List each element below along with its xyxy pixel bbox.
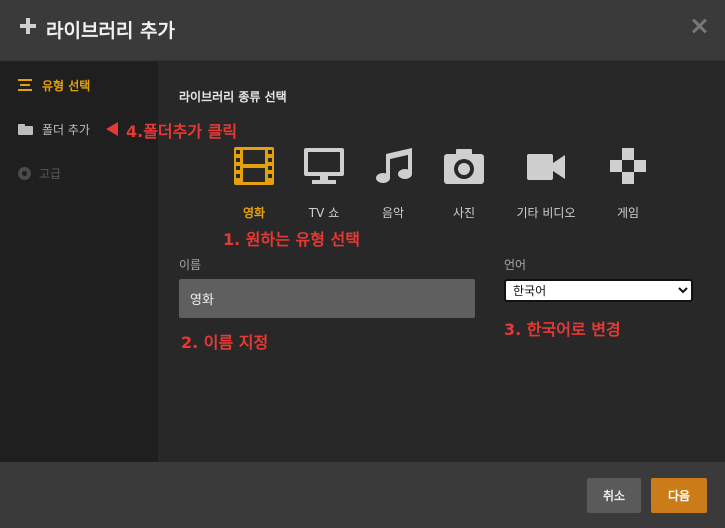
film-icon [234, 147, 274, 185]
plus-icon [18, 16, 38, 36]
type-label: 음악 [381, 206, 405, 220]
annotation-step3: 3. 한국어로 변경 [504, 320, 621, 339]
annotation-step4: 4.폴더추가 클릭 [126, 122, 238, 141]
list-icon [18, 78, 34, 92]
type-label: TV 쇼 [308, 206, 340, 220]
close-icon[interactable] [691, 18, 707, 34]
type-label: 게임 [616, 206, 640, 220]
section-title: 라이브러리 종류 선택 [179, 90, 287, 104]
sidebar-item-advanced[interactable]: 고급 [18, 163, 61, 183]
annotation-arrow-icon [106, 122, 118, 136]
tv-icon [304, 148, 344, 184]
cancel-button[interactable]: 취소 [587, 478, 641, 513]
type-label: 기타 비디오 [516, 206, 576, 220]
name-label: 이름 [179, 258, 202, 272]
sidebar-item-add-folder[interactable]: 폴더 추가 [18, 119, 90, 139]
annotation-step1: 1. 원하는 유형 선택 [223, 230, 360, 249]
camera-icon [444, 149, 484, 184]
gear-icon [18, 166, 31, 180]
language-select[interactable]: 한국어 [504, 279, 693, 302]
type-tv[interactable]: TV 쇼 [284, 146, 364, 221]
sidebar-item-type-select[interactable]: 유형 선택 [18, 75, 90, 95]
gamepad-icon [610, 148, 646, 184]
type-music[interactable]: 음악 [353, 146, 433, 221]
next-button[interactable]: 다음 [651, 478, 707, 513]
folder-icon [18, 122, 34, 136]
type-label: 사진 [452, 206, 476, 220]
dialog-header: 라이브러리 추가 [0, 0, 725, 61]
type-label: 영화 [242, 206, 266, 220]
video-camera-icon [527, 154, 565, 180]
sidebar-item-label: 유형 선택 [42, 78, 91, 93]
type-other-video[interactable]: 기타 비디오 [506, 146, 586, 221]
type-game[interactable]: 게임 [588, 146, 668, 221]
type-photo[interactable]: 사진 [424, 146, 504, 221]
type-movie[interactable]: 영화 [214, 146, 294, 221]
language-label: 언어 [504, 258, 527, 272]
annotation-step2: 2. 이름 지정 [181, 333, 269, 352]
dialog-title: 라이브러리 추가 [46, 20, 175, 42]
sidebar-item-label: 폴더 추가 [42, 122, 90, 137]
music-icon [376, 148, 412, 183]
sidebar-item-label: 고급 [39, 166, 62, 181]
name-input[interactable] [179, 279, 475, 318]
